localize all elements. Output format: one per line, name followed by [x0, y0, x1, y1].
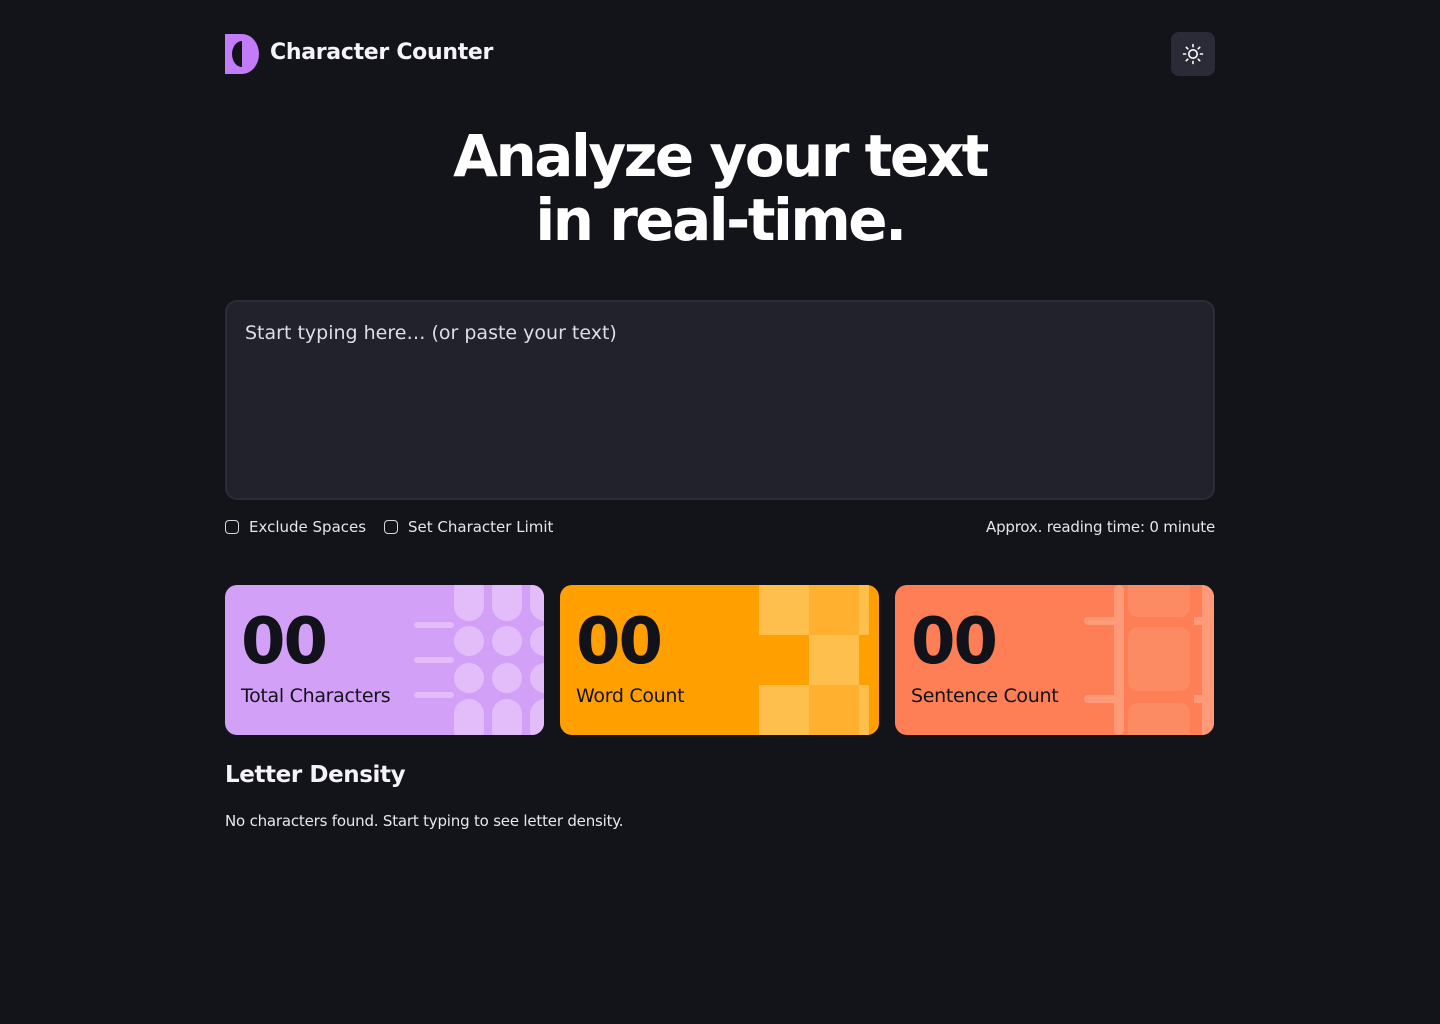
app-title: Character Counter: [270, 40, 494, 65]
total-characters-label: Total Characters: [241, 685, 391, 707]
sentence-count-card: 00 Sentence Count: [895, 585, 1214, 735]
options-row: Exclude Spaces Set Character Limit Appro…: [225, 516, 1215, 538]
character-limit-option[interactable]: Set Character Limit: [384, 516, 553, 538]
word-count-label: Word Count: [576, 685, 685, 707]
logo-icon: [225, 34, 259, 74]
text-input[interactable]: [225, 300, 1215, 500]
reading-time: Approx. reading time: 0 minute: [986, 518, 1215, 536]
letter-density-title: Letter Density: [225, 762, 406, 788]
card-pattern-checker-icon: [759, 585, 869, 735]
character-limit-checkbox[interactable]: [384, 520, 398, 534]
total-characters-card: 00 Total Characters: [225, 585, 544, 735]
hero-line-1: Analyze your text: [453, 122, 989, 190]
exclude-spaces-option[interactable]: Exclude Spaces: [225, 516, 366, 538]
card-pattern-grid-icon: [1084, 585, 1214, 735]
exclude-spaces-checkbox[interactable]: [225, 520, 239, 534]
character-limit-label: Set Character Limit: [408, 518, 554, 536]
word-count-value: 00: [576, 605, 663, 679]
app-header: Character Counter: [225, 32, 1215, 76]
sun-icon: [1182, 43, 1204, 65]
total-characters-value: 00: [241, 605, 328, 679]
word-count-card: 00 Word Count: [560, 585, 879, 735]
sentence-count-value: 00: [911, 605, 998, 679]
exclude-spaces-label: Exclude Spaces: [249, 518, 367, 536]
hero-line-2: in real-time.: [535, 186, 907, 254]
hero-heading: Analyze your text in real-time.: [225, 124, 1215, 252]
card-pattern-dots-icon: [414, 585, 544, 735]
sentence-count-label: Sentence Count: [911, 685, 1059, 707]
theme-toggle-button[interactable]: [1171, 32, 1215, 76]
letter-density-empty-message: No characters found. Start typing to see…: [225, 812, 624, 830]
